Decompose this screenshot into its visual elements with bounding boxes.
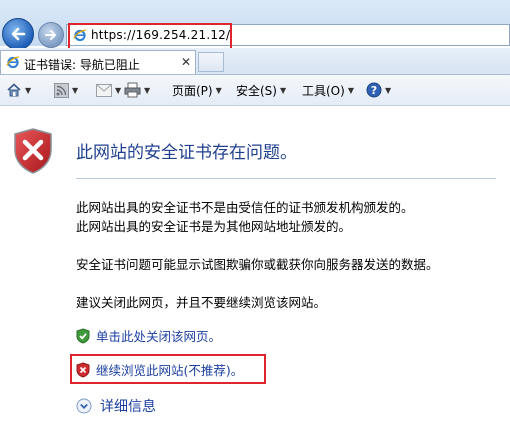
details-row: 详细信息 (76, 396, 156, 416)
mail-icon (96, 83, 112, 97)
forward-button[interactable] (38, 22, 64, 48)
error-page: 此网站的安全证书存在问题。 此网站出具的安全证书不是由受信任的证书颁发机构颁发的… (0, 106, 510, 440)
tools-menu-label: 工具(O) (302, 83, 345, 98)
chevron-down-icon: ▼ (72, 85, 79, 95)
new-tab-button[interactable] (198, 52, 224, 72)
help-button[interactable]: ? ▼ (366, 81, 391, 99)
print-button[interactable]: ▼ (124, 81, 150, 99)
safety-menu-label: 安全(S) (236, 83, 277, 98)
description-line-2: 此网站出具的安全证书是为其他网站地址颁发的。 (76, 219, 352, 234)
continue-highlight-box (70, 354, 266, 384)
chevron-down-icon: ▼ (25, 85, 32, 95)
expand-down-icon (76, 398, 92, 414)
ie-logo-icon (6, 56, 20, 69)
arrow-left-icon (11, 27, 26, 41)
address-bar-area: https://169.254.21.12/ (0, 0, 510, 50)
mail-button[interactable]: ▼ (96, 81, 121, 99)
page-menu-label: 页面(P) (172, 83, 213, 98)
description-line-3: 安全证书问题可能显示试图欺骗你或截获你向服务器发送的数据。 (76, 257, 439, 272)
tab-strip: 证书错误: 导航已阻止 ✕ (0, 48, 510, 75)
recommendation-text: 建议关闭此网页，并且不要继续浏览该网站。 (76, 295, 327, 310)
feeds-button[interactable]: ▼ (54, 81, 78, 99)
url-highlight-box (68, 23, 232, 50)
arrow-right-icon (45, 30, 56, 40)
description-line-1: 此网站出具的安全证书不是由受信任的证书颁发机构颁发的。 (76, 200, 414, 215)
command-bar: ▼ ▼ ▼ ▼ 页面(P) ▼ 安全(S) ▼ 工具(O) ▼ ? ▼ (0, 75, 510, 106)
chevron-down-icon: ▼ (279, 85, 287, 95)
page-menu[interactable]: 页面(P) ▼ (172, 81, 222, 99)
back-button[interactable] (2, 18, 34, 50)
chevron-down-icon: ▼ (144, 85, 151, 95)
printer-icon (124, 82, 141, 98)
tab-title: 证书错误: 导航已阻止 (24, 58, 140, 72)
safety-menu[interactable]: 安全(S) ▼ (236, 81, 286, 99)
chevron-down-icon: ▼ (115, 85, 122, 95)
home-button[interactable]: ▼ (6, 81, 31, 99)
chevron-down-icon: ▼ (385, 85, 392, 95)
divider (76, 178, 496, 179)
page-title: 此网站的安全证书存在问题。 (76, 143, 297, 163)
shield-error-icon (14, 128, 52, 174)
tab-close-button[interactable]: ✕ (181, 55, 191, 69)
tab-certificate-error[interactable]: 证书错误: 导航已阻止 ✕ (0, 50, 196, 74)
chevron-down-icon: ▼ (215, 85, 222, 95)
home-icon (7, 83, 21, 97)
more-information-link[interactable]: 详细信息 (100, 396, 156, 416)
tools-menu[interactable]: 工具(O) ▼ (302, 81, 354, 99)
chevron-down-icon: ▼ (347, 85, 354, 95)
close-page-link[interactable]: 单击此处关闭该网页。 (96, 326, 221, 345)
shield-check-icon (76, 327, 90, 344)
rss-feed-icon (54, 82, 69, 98)
svg-text:?: ? (371, 84, 377, 97)
help-icon: ? (366, 82, 382, 98)
close-page-row: 单击此处关闭该网页。 (76, 326, 221, 345)
